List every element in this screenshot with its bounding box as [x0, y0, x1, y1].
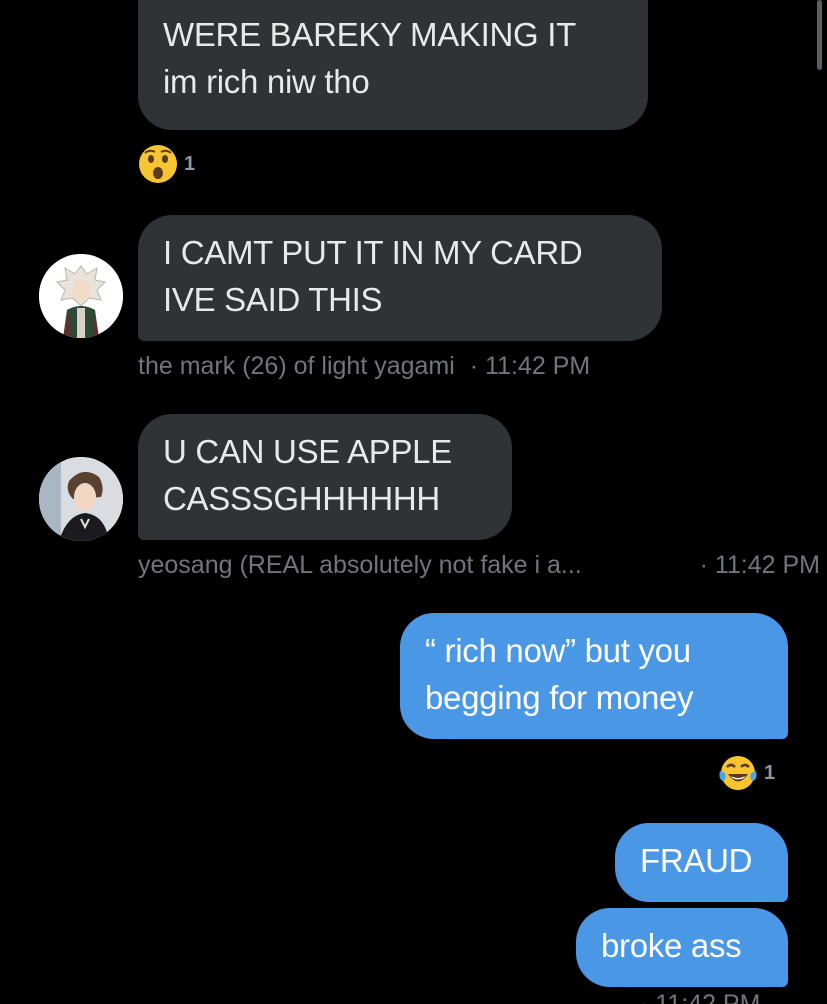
face-with-tears-of-joy-icon [719, 756, 757, 790]
avatar[interactable] [39, 254, 123, 338]
avatar[interactable] [39, 457, 123, 541]
message-bubble-incoming[interactable]: I CAMT PUT IT IN MY CARD IVE SAID THIS [138, 215, 662, 341]
sender-name[interactable]: the mark (26) of light yagami [138, 352, 455, 380]
message-time: · 11:42 PM [469, 352, 591, 380]
avatar-image [39, 254, 123, 338]
reaction-count: 1 [764, 761, 776, 784]
message-reaction[interactable]: 1 [718, 753, 775, 793]
message-bubble-outgoing[interactable]: FRAUD [615, 823, 788, 902]
message-bubble-outgoing[interactable]: “ rich now” but you begging for money [400, 613, 788, 739]
message-meta: yeosang (REAL absolutely not fake i a...… [138, 551, 820, 580]
message-meta: the mark (26) of light yagami · 11:42 PM [138, 352, 590, 381]
message-time-cutoff: · 11:42 PM [640, 994, 760, 1004]
message-bubble-incoming[interactable]: NIT RIVH BACK THEN WE WERE BAREKY MAKING… [138, 0, 648, 130]
sender-name[interactable]: yeosang (REAL absolutely not fake i a... [138, 551, 582, 579]
scrollbar[interactable] [817, 0, 822, 70]
reaction-count: 1 [184, 152, 196, 175]
message-bubble-outgoing[interactable]: broke ass [576, 908, 788, 987]
message-bubble-incoming[interactable]: U CAN USE APPLE CASSSGHHHHHH [138, 414, 512, 540]
message-reaction[interactable]: 1 [138, 144, 195, 184]
message-time: · 11:42 PM [699, 551, 820, 579]
avatar-image [39, 457, 123, 541]
astonished-face-icon [139, 145, 177, 183]
